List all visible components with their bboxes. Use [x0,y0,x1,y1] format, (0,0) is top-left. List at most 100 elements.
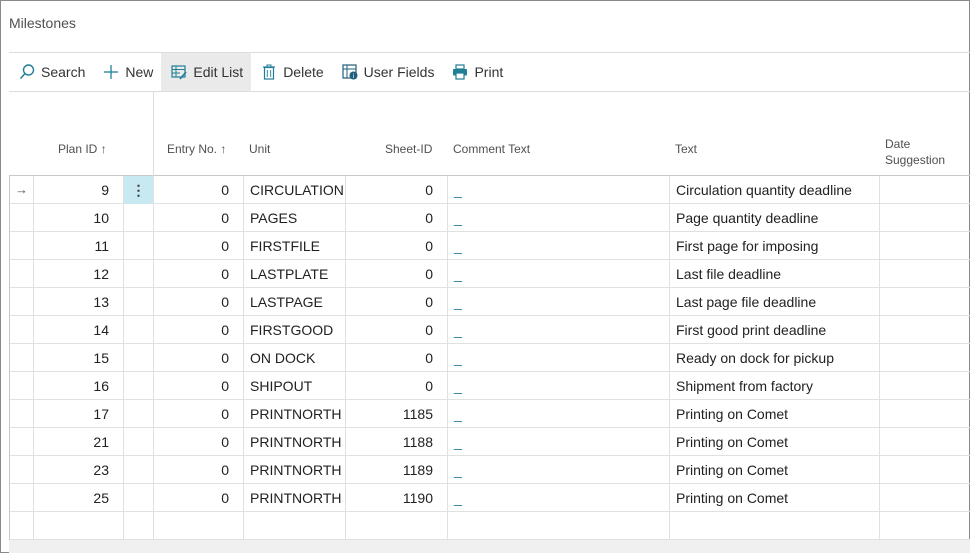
delete-button[interactable]: Delete [251,53,331,91]
empty-cell[interactable] [123,512,153,540]
text-cell[interactable]: First good print deadline [669,316,879,344]
entry-no-cell[interactable]: 0 [153,176,243,204]
unit-cell[interactable]: LASTPAGE [243,288,345,316]
row-actions-menu[interactable] [123,316,153,344]
table-row[interactable]: 14 0 FIRSTGOOD 0 _ First good print deadline [9,316,970,344]
row-actions-menu[interactable] [123,400,153,428]
empty-cell[interactable] [669,512,879,540]
entry-no-cell[interactable]: 0 [153,456,243,484]
sheet-id-cell[interactable]: 1185 [345,400,447,428]
plan-id-cell[interactable]: 23 [33,456,123,484]
plan-id-cell[interactable]: 13 [33,288,123,316]
text-cell[interactable]: Ready on dock for pickup [669,344,879,372]
sheet-id-cell[interactable]: 0 [345,176,447,204]
text-cell[interactable]: Printing on Comet [669,400,879,428]
row-selector[interactable] [9,344,33,372]
column-header-text[interactable]: Text [675,142,697,156]
table-row[interactable]: 12 0 LASTPLATE 0 _ Last file deadline [9,260,970,288]
plan-id-cell[interactable]: 12 [33,260,123,288]
date-suggestion-cell[interactable] [879,288,970,316]
date-suggestion-cell[interactable] [879,484,970,512]
row-actions-menu[interactable]: ⋮ [123,176,153,204]
unit-cell[interactable]: CIRCULATION [243,176,345,204]
empty-cell[interactable] [243,512,345,540]
date-suggestion-cell[interactable] [879,204,970,232]
row-actions-menu[interactable] [123,372,153,400]
row-selector[interactable] [9,456,33,484]
row-actions-menu[interactable] [123,484,153,512]
unit-cell[interactable]: SHIPOUT [243,372,345,400]
entry-no-cell[interactable]: 0 [153,372,243,400]
unit-cell[interactable]: LASTPLATE [243,260,345,288]
new-button[interactable]: New [93,53,161,91]
column-header-plan-id[interactable]: Plan ID ↑ [58,142,107,156]
date-suggestion-cell[interactable] [879,344,970,372]
date-suggestion-cell[interactable] [879,260,970,288]
comment-text-cell[interactable]: _ [447,344,669,372]
comment-text-cell[interactable]: _ [447,428,669,456]
sheet-id-cell[interactable]: 0 [345,232,447,260]
comment-text-cell[interactable]: _ [447,288,669,316]
table-row[interactable]: 13 0 LASTPAGE 0 _ Last page file deadline [9,288,970,316]
text-cell[interactable]: Shipment from factory [669,372,879,400]
row-selector[interactable] [9,316,33,344]
empty-cell[interactable] [345,512,447,540]
date-suggestion-cell[interactable] [879,232,970,260]
row-actions-menu[interactable] [123,260,153,288]
sheet-id-cell[interactable]: 1190 [345,484,447,512]
date-suggestion-cell[interactable] [879,456,970,484]
row-actions-menu[interactable] [123,288,153,316]
row-selector[interactable] [9,232,33,260]
entry-no-cell[interactable]: 0 [153,260,243,288]
entry-no-cell[interactable]: 0 [153,288,243,316]
column-header-comment-text[interactable]: Comment Text [453,142,530,156]
column-header-date-suggestion[interactable]: Date Suggestion [885,136,955,168]
plan-id-cell[interactable]: 14 [33,316,123,344]
column-header-unit[interactable]: Unit [249,142,270,156]
entry-no-cell[interactable]: 0 [153,316,243,344]
comment-text-cell[interactable]: _ [447,400,669,428]
plan-id-cell[interactable]: 21 [33,428,123,456]
row-selector[interactable] [9,484,33,512]
entry-no-cell[interactable]: 0 [153,204,243,232]
empty-cell[interactable] [153,512,243,540]
empty-cell[interactable] [33,512,123,540]
text-cell[interactable]: First page for imposing [669,232,879,260]
row-selector[interactable] [9,372,33,400]
entry-no-cell[interactable]: 0 [153,428,243,456]
row-selector[interactable] [9,400,33,428]
text-cell[interactable]: Last page file deadline [669,288,879,316]
table-row[interactable]: → 9 ⋮ 0 CIRCULATION 0 _ Circulation quantity de… [9,176,970,204]
date-suggestion-cell[interactable] [879,176,970,204]
unit-cell[interactable]: FIRSTFILE [243,232,345,260]
table-row[interactable]: 21 0 PRINTNORTH 1188 _ Printing on Comet [9,428,970,456]
empty-cell[interactable] [447,512,669,540]
unit-cell[interactable]: PRINTNORTH [243,428,345,456]
sheet-id-cell[interactable]: 0 [345,260,447,288]
sheet-id-cell[interactable]: 1188 [345,428,447,456]
row-selector[interactable] [9,428,33,456]
sheet-id-cell[interactable]: 0 [345,372,447,400]
column-header-entry-no[interactable]: Entry No. ↑ [167,142,226,156]
plan-id-cell[interactable]: 9 [33,176,123,204]
row-actions-menu[interactable] [123,456,153,484]
search-button[interactable]: Search [9,53,93,91]
column-header-sheet-id[interactable]: Sheet-ID [385,142,432,156]
sheet-id-cell[interactable]: 0 [345,204,447,232]
table-row[interactable]: 16 0 SHIPOUT 0 _ Shipment from factory [9,372,970,400]
text-cell[interactable]: Printing on Comet [669,484,879,512]
entry-no-cell[interactable]: 0 [153,484,243,512]
text-cell[interactable]: Last file deadline [669,260,879,288]
row-selector[interactable] [9,288,33,316]
comment-text-cell[interactable]: _ [447,484,669,512]
table-row[interactable]: 17 0 PRINTNORTH 1185 _ Printing on Comet [9,400,970,428]
table-row[interactable] [9,512,970,540]
table-row[interactable]: 25 0 PRINTNORTH 1190 _ Printing on Comet [9,484,970,512]
plan-id-cell[interactable]: 15 [33,344,123,372]
plan-id-cell[interactable]: 16 [33,372,123,400]
sheet-id-cell[interactable]: 0 [345,288,447,316]
comment-text-cell[interactable]: _ [447,232,669,260]
entry-no-cell[interactable]: 0 [153,232,243,260]
comment-text-cell[interactable]: _ [447,316,669,344]
print-button[interactable]: Print [442,53,511,91]
